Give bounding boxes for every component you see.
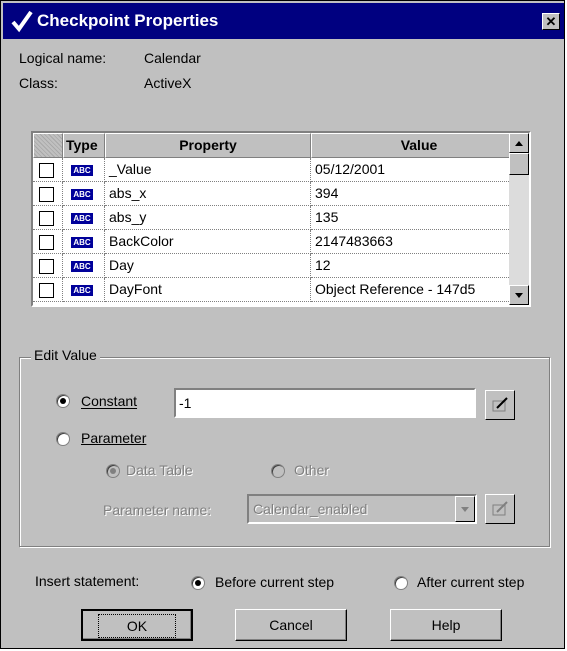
abc-type-icon: ABC (71, 285, 93, 296)
row-checkbox[interactable] (39, 211, 54, 226)
parameter-label[interactable]: Parameter (81, 430, 146, 446)
data-table-radio[interactable] (106, 464, 120, 478)
property-cell[interactable]: _Value (105, 158, 311, 182)
edit-value-legend: Edit Value (31, 347, 100, 363)
row-checkbox[interactable] (39, 187, 54, 202)
vertical-scrollbar[interactable] (509, 133, 529, 305)
title-bar[interactable]: Checkpoint Properties ✕ (3, 3, 564, 39)
scroll-down-button[interactable] (509, 285, 529, 305)
after-current-step-label[interactable]: After current step (417, 574, 524, 590)
type-cell: ABC (63, 254, 105, 278)
table-row[interactable]: ABC abs_x 394 (33, 182, 527, 206)
constant-value-input[interactable]: -1 (174, 388, 476, 418)
close-button[interactable]: ✕ (542, 13, 560, 30)
class-label: Class: (19, 75, 58, 91)
class-value: ActiveX (144, 75, 192, 91)
table-row[interactable]: ABC Day 12 (33, 254, 527, 278)
logical-name-value: Calendar (144, 50, 201, 66)
type-cell: ABC (63, 206, 105, 230)
after-current-step-radio[interactable] (394, 576, 408, 590)
checkbox-cell (33, 230, 63, 254)
logical-name-row: Logical name: Calendar (19, 50, 201, 66)
checkbox-cell (33, 206, 63, 230)
constant-radio[interactable] (56, 394, 70, 408)
parameter-radio[interactable] (56, 432, 70, 446)
column-header-type[interactable]: Type (63, 133, 105, 158)
row-checkbox[interactable] (39, 235, 54, 250)
row-checkbox[interactable] (39, 259, 54, 274)
parameter-edit-button[interactable] (485, 494, 515, 524)
ok-button[interactable]: OK (81, 609, 193, 641)
value-cell[interactable]: 394 (311, 182, 527, 206)
property-cell[interactable]: abs_x (105, 182, 311, 206)
other-radio[interactable] (271, 464, 285, 478)
select-all-header[interactable] (33, 133, 63, 158)
ok-button-label: OK (97, 614, 177, 638)
scroll-up-button[interactable] (509, 133, 529, 153)
checkmark-icon (11, 10, 33, 33)
type-cell: ABC (63, 278, 105, 302)
row-checkbox[interactable] (39, 283, 54, 298)
table-row[interactable]: ABC _Value 05/12/2001 (33, 158, 527, 182)
abc-type-icon: ABC (71, 213, 93, 224)
chevron-down-icon (461, 507, 469, 512)
checkbox-cell (33, 254, 63, 278)
table-row[interactable]: ABC DayFont Object Reference - 147d5 (33, 278, 527, 302)
column-header-value[interactable]: Value (311, 133, 527, 158)
column-header-property[interactable]: Property (105, 133, 311, 158)
property-cell[interactable]: abs_y (105, 206, 311, 230)
value-cell[interactable]: 12 (311, 254, 527, 278)
parameter-name-value: Calendar_enabled (253, 501, 368, 517)
abc-type-icon: ABC (71, 165, 93, 176)
value-cell[interactable]: 135 (311, 206, 527, 230)
type-cell: ABC (63, 230, 105, 254)
parameter-name-dropdown[interactable]: Calendar_enabled (247, 494, 477, 524)
checkbox-cell (33, 182, 63, 206)
constant-edit-button[interactable] (485, 390, 515, 420)
before-current-step-radio[interactable] (191, 576, 205, 590)
edit-pencil-icon (492, 501, 508, 516)
class-row: Class: ActiveX (19, 75, 191, 91)
value-cell[interactable]: Object Reference - 147d5 (311, 278, 527, 302)
abc-type-icon: ABC (71, 189, 93, 200)
edit-pencil-icon (492, 397, 508, 412)
before-current-step-label[interactable]: Before current step (215, 574, 334, 590)
arrow-down-icon (515, 293, 523, 298)
dialog-title: Checkpoint Properties (37, 11, 219, 30)
property-cell[interactable]: BackColor (105, 230, 311, 254)
parameter-name-label: Parameter name: (103, 502, 212, 518)
checkbox-cell (33, 158, 63, 182)
logical-name-label: Logical name: (19, 50, 107, 66)
checkpoint-properties-dialog: Checkpoint Properties ✕ Logical name: Cal… (0, 0, 565, 649)
abc-type-icon: ABC (71, 261, 93, 272)
type-cell: ABC (63, 182, 105, 206)
cancel-button[interactable]: Cancel (235, 609, 347, 641)
scroll-thumb[interactable] (509, 153, 529, 175)
table-row[interactable]: ABC abs_y 135 (33, 206, 527, 230)
data-table-label: Data Table (126, 462, 193, 478)
abc-type-icon: ABC (71, 237, 93, 248)
other-label: Other (294, 462, 330, 478)
close-icon: ✕ (545, 14, 557, 29)
row-checkbox[interactable] (39, 163, 54, 178)
property-cell[interactable]: DayFont (105, 278, 311, 302)
arrow-up-icon (515, 141, 523, 146)
insert-statement-label: Insert statement: (35, 573, 140, 589)
dropdown-arrow-button[interactable] (455, 496, 475, 522)
help-button[interactable]: Help (390, 609, 502, 641)
constant-label[interactable]: Constant (81, 393, 137, 409)
properties-grid: Type Property Value ABC _Value 05/12/2001 A… (31, 131, 531, 307)
type-cell: ABC (63, 158, 105, 182)
checkbox-cell (33, 278, 63, 302)
property-cell[interactable]: Day (105, 254, 311, 278)
value-cell[interactable]: 2147483663 (311, 230, 527, 254)
value-cell[interactable]: 05/12/2001 (311, 158, 527, 182)
table-row[interactable]: ABC BackColor 2147483663 (33, 230, 527, 254)
